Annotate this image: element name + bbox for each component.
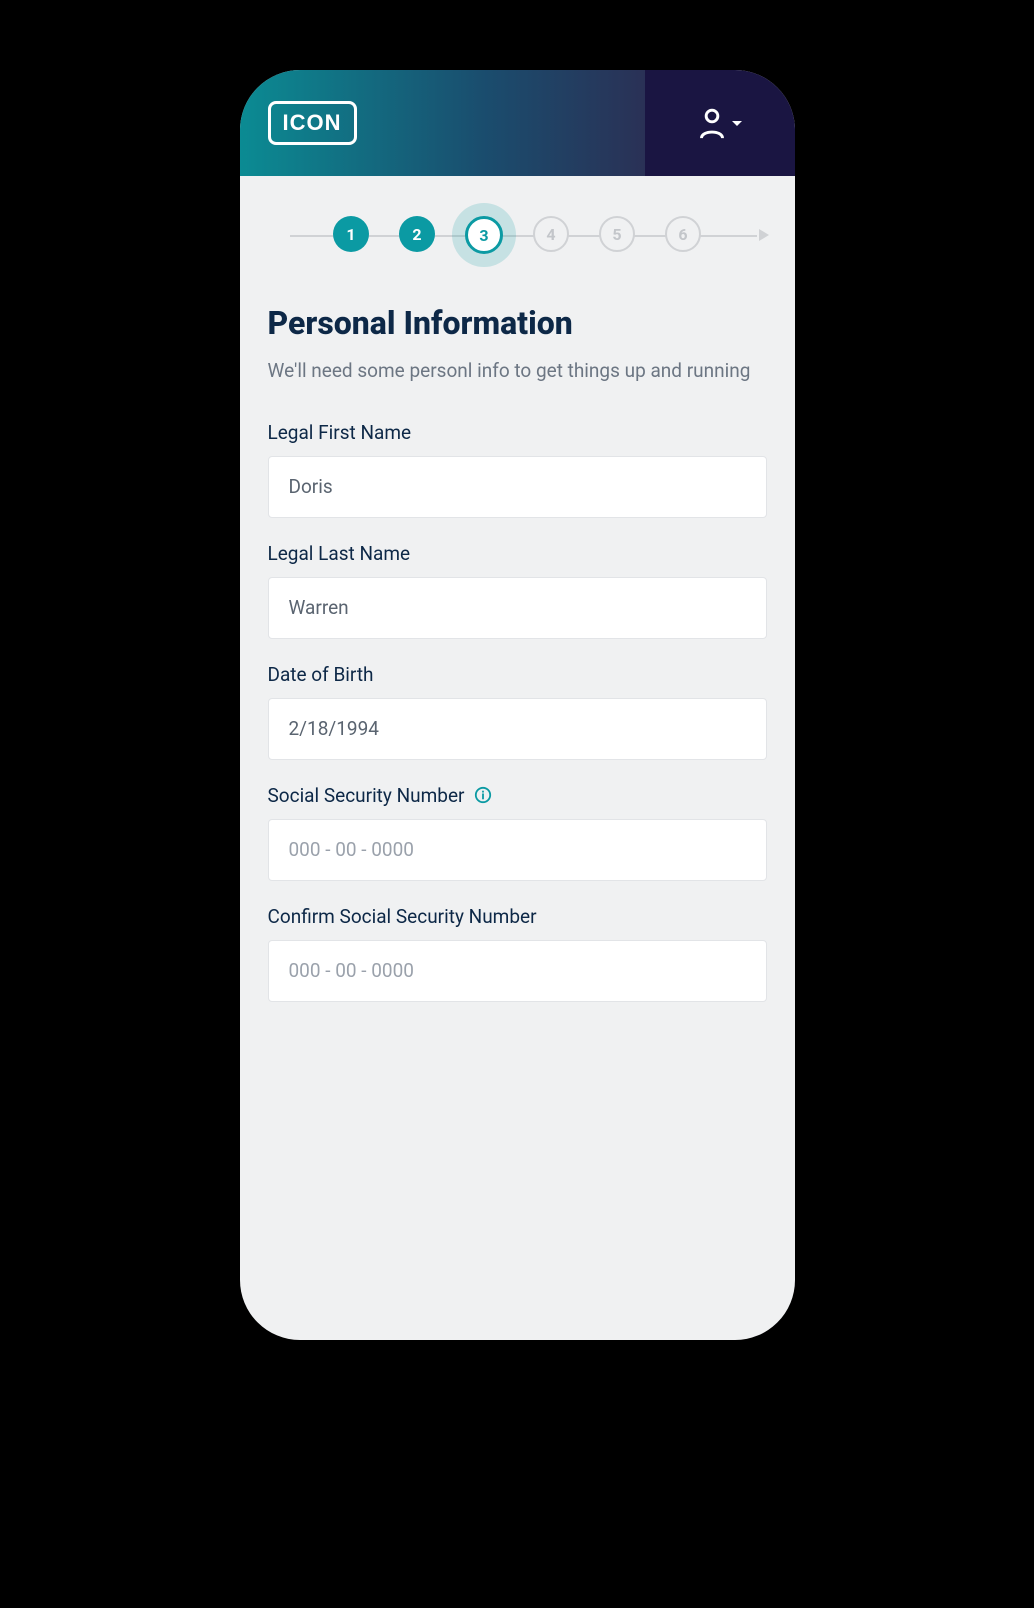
arrow-right-icon — [759, 229, 769, 241]
ssn-confirm-label: Confirm Social Security Number — [268, 905, 767, 928]
user-menu-button[interactable] — [645, 70, 795, 176]
step-4: 4 — [533, 216, 569, 252]
stepper-steps: 1 2 3 4 5 6 — [333, 216, 701, 254]
page-subtitle: We'll need some personl info to get thin… — [268, 358, 767, 385]
step-3[interactable]: 3 — [465, 216, 503, 254]
step-6: 6 — [665, 216, 701, 252]
ssn-label-text: Social Security Number — [268, 784, 465, 807]
progress-stepper: 1 2 3 4 5 6 — [268, 216, 767, 254]
step-2[interactable]: 2 — [399, 216, 435, 252]
user-icon — [698, 106, 726, 140]
app-header: ICON — [240, 70, 795, 176]
last-name-group: Legal Last Name — [268, 542, 767, 639]
last-name-input[interactable] — [268, 577, 767, 639]
header-left: ICON — [240, 70, 645, 176]
ssn-group: Social Security Number — [268, 784, 767, 881]
chevron-down-icon — [732, 121, 742, 126]
first-name-label: Legal First Name — [268, 421, 767, 444]
ssn-input[interactable] — [268, 819, 767, 881]
last-name-label: Legal Last Name — [268, 542, 767, 565]
step-1[interactable]: 1 — [333, 216, 369, 252]
first-name-input[interactable] — [268, 456, 767, 518]
device-frame: ICON 1 2 3 4 5 6 Personal — [240, 70, 795, 1340]
info-icon[interactable] — [474, 786, 492, 804]
step-5: 5 — [599, 216, 635, 252]
app-logo: ICON — [268, 101, 357, 145]
first-name-group: Legal First Name — [268, 421, 767, 518]
dob-input[interactable] — [268, 698, 767, 760]
page-content: 1 2 3 4 5 6 Personal Information We'll n… — [240, 176, 795, 1046]
ssn-confirm-group: Confirm Social Security Number — [268, 905, 767, 1002]
page-title: Personal Information — [268, 304, 767, 342]
ssn-confirm-input[interactable] — [268, 940, 767, 1002]
ssn-label: Social Security Number — [268, 784, 767, 807]
dob-label: Date of Birth — [268, 663, 767, 686]
dob-group: Date of Birth — [268, 663, 767, 760]
